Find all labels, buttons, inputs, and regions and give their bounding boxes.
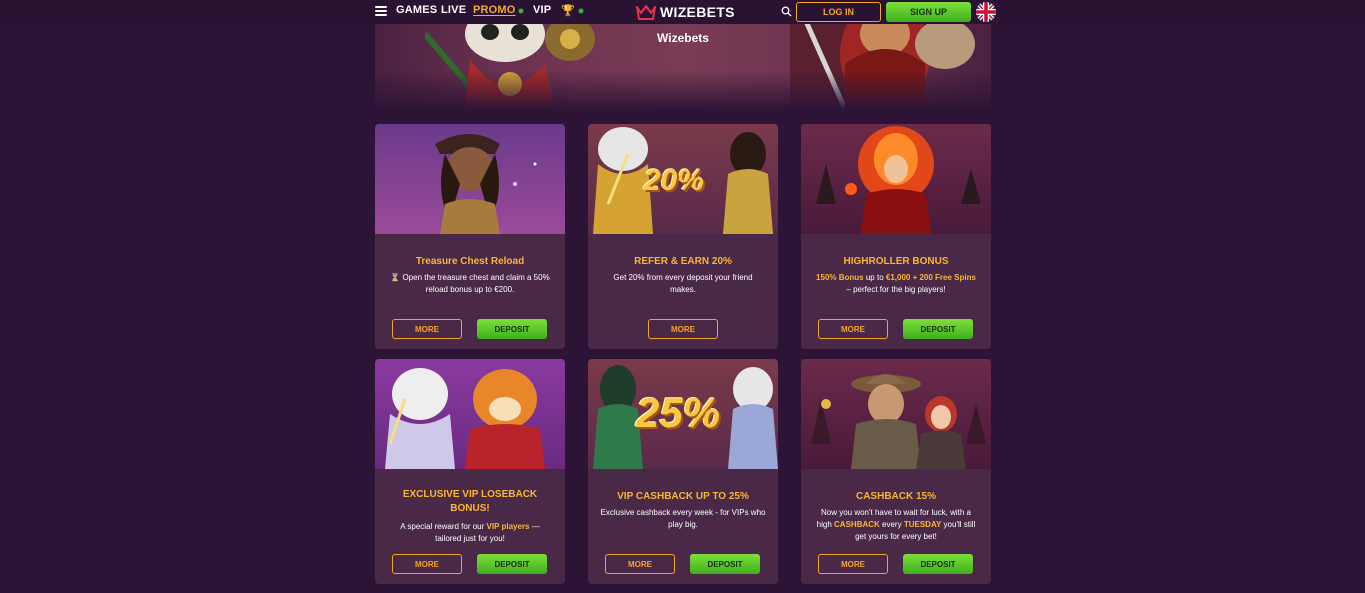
promo-description: Get 20% from every deposit your friend m… [613, 273, 753, 294]
promo-card-vip-cashback: 25% VIP CASHBACK UP TO 25% Exclusive cas… [588, 359, 778, 584]
more-button[interactable]: MORE [818, 554, 888, 574]
nav-promo[interactable]: PROMO [473, 4, 516, 16]
promo-card-highroller: HIGHROLLER BONUS 150% Bonus up to €1,000… [801, 124, 991, 349]
adventurers-illustration [801, 359, 991, 469]
promo-title: VIP CASHBACK UP TO 25% [617, 491, 749, 502]
fire-queen-illustration [801, 124, 991, 234]
promo-title: REFER & EARN 20% [634, 256, 732, 267]
crown-icon [636, 5, 656, 20]
promo-title: EXCLUSIVE VIP LOSEBACK BONUS! [402, 489, 538, 514]
tournament-status-dot [578, 8, 584, 14]
more-button[interactable]: MORE [392, 319, 462, 339]
promo-title: CASHBACK 15% [855, 491, 936, 502]
more-button[interactable]: MORE [818, 319, 888, 339]
hero-banner: Wizebets [375, 24, 991, 110]
hourglass-icon: ⏳ [390, 273, 401, 282]
promo-card-refer-earn: 20% REFER & EARN 20% Get 20% from every … [588, 124, 778, 349]
deposit-button[interactable]: DEPOSIT [903, 319, 973, 339]
top-navigation-bar: GAMES LIVE PROMO VIP 🏆 WIZEBETS LOG IN S… [0, 0, 1365, 24]
logo-text: WIZEBETS [660, 4, 735, 20]
signup-button[interactable]: SIGN UP [886, 2, 971, 22]
treasure-pirate-illustration [375, 124, 565, 234]
trophy-icon[interactable]: 🏆 [561, 4, 575, 17]
promo-card-vip-loseback: EXCLUSIVE VIP LOSEBACK BONUS! A special … [375, 359, 565, 584]
promo-title: HIGHROLLER BONUS [843, 256, 949, 267]
deposit-button[interactable]: DEPOSIT [690, 554, 760, 574]
promo-status-dot [518, 8, 524, 14]
promo-description: A special reward for our VIP players — t… [400, 522, 540, 543]
promo-description: Now you won't have to wait for luck, wit… [816, 508, 976, 541]
more-button[interactable]: MORE [605, 554, 675, 574]
promo-art-text: 25% [636, 389, 721, 436]
promo-description: ⏳ Open the treasure chest and claim a 50… [390, 273, 550, 294]
nav-games[interactable]: GAMES [396, 4, 437, 16]
menu-icon[interactable] [375, 6, 387, 16]
nav-live[interactable]: LIVE [441, 4, 466, 16]
promo-description: Exclusive cashback every week - for VIPs… [600, 508, 766, 529]
promo-card-cashback: CASHBACK 15% Now you won't have to wait … [801, 359, 991, 584]
deposit-button[interactable]: DEPOSIT [903, 554, 973, 574]
hero-title: Wizebets [657, 31, 709, 45]
more-button[interactable]: MORE [392, 554, 462, 574]
uk-flag-icon[interactable] [976, 2, 996, 22]
promo-title: Treasure Chest Reload [415, 256, 525, 267]
promo-art-text: 20% [644, 164, 705, 197]
login-button[interactable]: LOG IN [796, 2, 881, 22]
more-button[interactable]: MORE [648, 319, 718, 339]
promo-description: 150% Bonus up to €1,000 + 200 Free Spins… [816, 273, 976, 294]
zeus-tiger-illustration [375, 359, 565, 469]
deposit-button[interactable]: DEPOSIT [477, 554, 547, 574]
wizebets-logo[interactable]: WIZEBETS [636, 3, 735, 21]
search-icon[interactable] [781, 6, 792, 17]
deposit-button[interactable]: DEPOSIT [477, 319, 547, 339]
promo-card-treasure-chest: Treasure Chest Reload ⏳ Open the treasur… [375, 124, 565, 349]
nav-vip[interactable]: VIP [533, 4, 551, 16]
